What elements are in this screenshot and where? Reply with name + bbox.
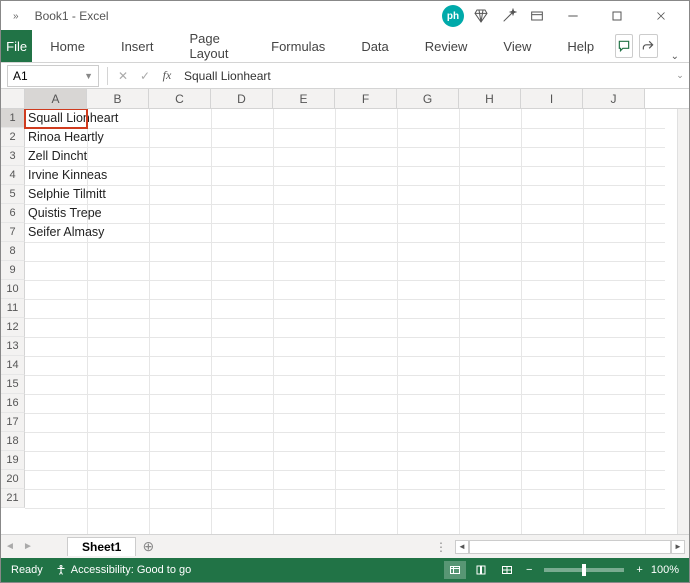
column-headers: A B C D E F G H I J	[1, 89, 689, 109]
cell-A3: Zell Dincht	[28, 149, 87, 163]
column-header-D[interactable]: D	[211, 89, 273, 108]
accessibility-icon	[55, 564, 67, 576]
cell-A5: Selphie Tilmitt	[28, 187, 106, 201]
tab-insert[interactable]: Insert	[103, 30, 172, 62]
excel-window: » Book1 - Excel ph File Home Insert Page…	[0, 0, 690, 583]
tab-data[interactable]: Data	[343, 30, 406, 62]
sheet-tab-bar: ◄ ► Sheet1 ⊕ ⋮ ◄ ►	[1, 534, 689, 558]
cell-A4: Irvine Kinneas	[28, 168, 107, 182]
name-box-value: A1	[13, 69, 28, 83]
name-box[interactable]: A1 ▼	[7, 65, 99, 87]
horizontal-scrollbar[interactable]: ◄ ►	[455, 540, 685, 554]
enter-icon[interactable]: ✓	[134, 69, 156, 83]
row-header-5[interactable]: 5	[1, 185, 25, 204]
accessibility-label: Accessibility: Good to go	[71, 564, 191, 576]
column-header-E[interactable]: E	[273, 89, 335, 108]
qat-overflow-icon[interactable]: »	[7, 11, 25, 22]
tab-page-layout[interactable]: Page Layout	[171, 30, 253, 62]
name-box-dropdown-icon[interactable]: ▼	[84, 71, 93, 81]
row-header-16[interactable]: 16	[1, 394, 25, 413]
row-header-6[interactable]: 6	[1, 204, 25, 223]
row-header-7[interactable]: 7	[1, 223, 25, 242]
formula-input[interactable]: Squall Lionheart	[178, 69, 671, 83]
zoom-level[interactable]: 100%	[651, 564, 679, 576]
column-header-H[interactable]: H	[459, 89, 521, 108]
row-header-18[interactable]: 18	[1, 432, 25, 451]
row-header-14[interactable]: 14	[1, 356, 25, 375]
wand-icon[interactable]	[495, 2, 523, 30]
row-header-8[interactable]: 8	[1, 242, 25, 261]
sheet-split-handle-icon[interactable]: ⋮	[435, 540, 455, 554]
status-ready: Ready	[11, 564, 43, 576]
row-header-12[interactable]: 12	[1, 318, 25, 337]
cancel-icon[interactable]: ✕	[112, 69, 134, 83]
tab-help[interactable]: Help	[549, 30, 612, 62]
close-button[interactable]	[639, 2, 683, 30]
view-page-break-button[interactable]	[496, 561, 518, 579]
vertical-scrollbar[interactable]	[677, 109, 689, 534]
select-all-triangle[interactable]	[1, 89, 25, 108]
hscroll-right-icon[interactable]: ►	[671, 540, 685, 554]
share-button[interactable]	[639, 34, 657, 58]
tab-formulas[interactable]: Formulas	[253, 30, 343, 62]
view-normal-button[interactable]	[444, 561, 466, 579]
collapse-ribbon-icon[interactable]: ⌄	[661, 51, 689, 62]
ribbon-display-icon[interactable]	[523, 2, 551, 30]
row-header-13[interactable]: 13	[1, 337, 25, 356]
row-header-3[interactable]: 3	[1, 147, 25, 166]
cell-A6: Quistis Trepe	[28, 206, 102, 220]
cell-A7: Seifer Almasy	[28, 225, 104, 239]
file-tab[interactable]: File	[1, 30, 32, 62]
column-header-I[interactable]: I	[521, 89, 583, 108]
formula-bar: A1 ▼ ✕ ✓ fx Squall Lionheart ⌄	[1, 63, 689, 89]
sheet-nav-prev-icon[interactable]: ◄	[1, 541, 19, 552]
row-header-17[interactable]: 17	[1, 413, 25, 432]
cell-A2: Rinoa Heartly	[28, 130, 104, 144]
status-bar: Ready Accessibility: Good to go − + 100%	[1, 558, 689, 582]
row-header-10[interactable]: 10	[1, 280, 25, 299]
sheet-tab-active[interactable]: Sheet1	[67, 537, 136, 556]
row-header-4[interactable]: 4	[1, 166, 25, 185]
selection-highlight	[24, 109, 88, 129]
spreadsheet-grid: A B C D E F G H I J 1 2 3 4 5 6 7 8 9 10	[1, 89, 689, 534]
minimize-button[interactable]	[551, 2, 595, 30]
column-header-A[interactable]: A	[25, 89, 87, 108]
zoom-out-button[interactable]: −	[522, 564, 536, 576]
view-page-layout-button[interactable]	[470, 561, 492, 579]
add-sheet-button[interactable]: ⊕	[136, 538, 160, 555]
fx-icon[interactable]: fx	[156, 68, 178, 83]
column-header-G[interactable]: G	[397, 89, 459, 108]
row-headers: 1 2 3 4 5 6 7 8 9 10 11 12 13 14 15 16 1…	[1, 109, 25, 534]
tab-view[interactable]: View	[485, 30, 549, 62]
diamond-icon[interactable]	[467, 2, 495, 30]
tab-home[interactable]: Home	[32, 30, 103, 62]
column-header-C[interactable]: C	[149, 89, 211, 108]
accessibility-status[interactable]: Accessibility: Good to go	[55, 564, 191, 576]
row-header-2[interactable]: 2	[1, 128, 25, 147]
row-header-1[interactable]: 1	[1, 109, 25, 128]
ribbon-tabs: File Home Insert Page Layout Formulas Da…	[1, 31, 689, 63]
maximize-button[interactable]	[595, 2, 639, 30]
row-header-19[interactable]: 19	[1, 451, 25, 470]
row-header-21[interactable]: 21	[1, 489, 25, 508]
zoom-in-button[interactable]: +	[632, 564, 646, 576]
row-header-20[interactable]: 20	[1, 470, 25, 489]
cells-area[interactable]: Squall Lionheart Rinoa Heartly Zell Dinc…	[25, 109, 677, 534]
row-header-11[interactable]: 11	[1, 299, 25, 318]
titlebar: » Book1 - Excel ph	[1, 1, 689, 31]
expand-formula-bar-icon[interactable]: ⌄	[671, 70, 689, 81]
column-header-F[interactable]: F	[335, 89, 397, 108]
column-header-B[interactable]: B	[87, 89, 149, 108]
row-header-9[interactable]: 9	[1, 261, 25, 280]
account-badge-icon[interactable]: ph	[439, 2, 467, 30]
sheet-nav-next-icon[interactable]: ►	[19, 541, 37, 552]
tab-review[interactable]: Review	[407, 30, 486, 62]
row-header-15[interactable]: 15	[1, 375, 25, 394]
comments-button[interactable]	[615, 34, 633, 58]
cell-A1: Squall Lionheart	[28, 111, 118, 125]
column-header-J[interactable]: J	[583, 89, 645, 108]
window-title: Book1 - Excel	[25, 9, 109, 23]
hscroll-left-icon[interactable]: ◄	[455, 540, 469, 554]
zoom-slider[interactable]	[544, 568, 624, 572]
